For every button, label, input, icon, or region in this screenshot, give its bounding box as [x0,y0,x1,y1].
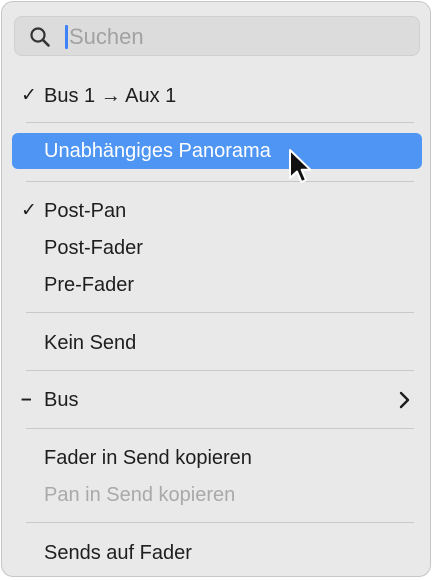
menu-item-label: Bus [44,389,79,411]
menu-item-copy-fader-to-send[interactable]: Fader in Send kopieren [12,440,422,476]
menu-item-copy-pan-to-send: Pan in Send kopieren [12,477,422,513]
separator [26,522,414,523]
menu-item-post-fader[interactable]: Post-Fader [12,230,422,266]
text-caret [65,25,68,49]
checkmark-icon: ✓ [21,200,37,221]
magnifier-icon [30,27,50,47]
menu-item-post-pan[interactable]: ✓ Post-Pan [12,193,422,229]
menu-item-label: Pre-Fader [44,274,135,296]
menu-item-independent-pan[interactable]: Unabhängiges Panorama [12,133,422,169]
separator [26,428,414,429]
checkmark-icon: ✓ [21,85,37,106]
mouse-pointer-icon [289,149,312,183]
send-context-menu: ✓ Bus 1 → Aux 1 Unabhängiges Panorama ✓ … [1,1,431,577]
menu-item-label: Fader in Send kopieren [44,447,252,469]
menu-item-send-route[interactable]: ✓ Bus 1 → Aux 1 [12,78,422,114]
menu-item-label: Kein Send [44,332,137,354]
search-input[interactable] [69,21,399,53]
separator [26,312,414,313]
menu-item-label: Post-Fader [44,237,143,259]
separator [26,370,414,371]
menu-item-pre-fader[interactable]: Pre-Fader [12,267,422,303]
menu-item-bus[interactable]: – Bus [12,382,422,418]
menu-item-label: Post-Pan [44,200,127,222]
menu-item-label: Sends auf Fader [44,542,192,564]
chevron-right-icon [399,391,410,409]
menu-item-no-send[interactable]: Kein Send [12,325,422,361]
mixed-state-dash-icon: – [21,389,32,410]
menu-item-label: Bus 1 → Aux 1 [44,85,177,107]
menu-item-sends-on-fader[interactable]: Sends auf Fader [12,535,422,571]
separator [26,181,414,182]
separator [26,122,414,123]
search-field[interactable] [14,16,420,56]
menu-item-label: Unabhängiges Panorama [44,140,271,162]
menu-item-label: Pan in Send kopieren [44,484,236,506]
